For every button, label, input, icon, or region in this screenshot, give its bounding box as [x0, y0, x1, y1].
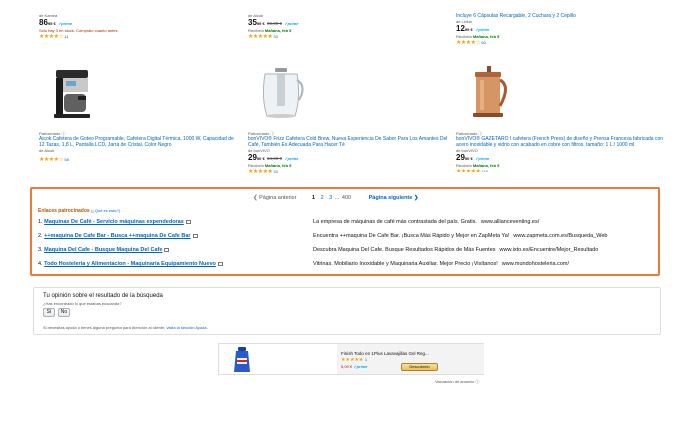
page-ellipsis: ...: [334, 195, 340, 201]
feedback-no-button[interactable]: No: [58, 308, 70, 317]
review-count[interactable]: 33: [273, 169, 277, 174]
product-title[interactable]: bonVIVO® GAZETARO I cafetera (French Pre…: [456, 136, 666, 148]
french-press-image[interactable]: [459, 64, 519, 124]
sponsored-link-title[interactable]: ++maquina De Cafe Bar - Busca ++maquina …: [44, 233, 190, 239]
ad-price: 5,09 € ✓prime: [341, 364, 368, 369]
review-count[interactable]: 58: [64, 157, 68, 162]
sponsored-link-url[interactable]: www.mundohosteleria.com/: [502, 261, 569, 267]
page-last[interactable]: 400: [342, 195, 351, 201]
prime-badge: ✓prime: [57, 21, 73, 26]
price[interactable]: 1299 € ✓prime: [456, 24, 666, 34]
sponsored-link-url[interactable]: www.allianceventing.es/: [481, 219, 539, 225]
rating-stars[interactable]: ★★★★☆58: [39, 156, 239, 164]
sponsored-link-desc: Vitrinas. Mobiliario Inoxidable y Maquin…: [313, 261, 570, 267]
sponsored-link-row: 2. ++maquina De Cafe Bar - Busca ++maqui…: [38, 233, 608, 239]
sponsored-links-heading: Enlaces patrocinados (¿Qué es esto?): [38, 208, 120, 214]
feedback-subquestion: ¿Has encontrado lo que estabas buscando?: [43, 301, 122, 306]
rating-stars[interactable]: ★★★★★33: [248, 33, 448, 41]
price[interactable]: 3599 € 59,99 € ✓prime: [248, 18, 448, 28]
sponsored-link-row: 3. Maquina Del Cafe - Busque Maquina Del…: [38, 247, 599, 253]
review-count[interactable]: 119: [481, 169, 487, 172]
prev-page-link[interactable]: ❮ Página anterior: [253, 195, 296, 201]
help-link[interactable]: visita la sección Ayuda.: [166, 325, 207, 330]
sponsored-link-row: 4. Todo Hosteleria y Alimentacion - Maqu…: [38, 261, 570, 267]
page-1[interactable]: 1: [312, 195, 315, 201]
sponsored-link-url[interactable]: www.ixto.es/Encuentre/Mejor_Resultado: [500, 247, 599, 253]
product-title[interactable]: Aicok Cafetera de Goteo Programable, Caf…: [39, 136, 239, 148]
price[interactable]: 8695 € ✓prime: [39, 18, 239, 28]
ad-rating-stars: ★★★★★ 1: [341, 357, 368, 363]
external-link-icon: [164, 247, 170, 252]
product-card-1: Patrocinado ⓘ Aicok Cafetera de Goteo Pr…: [39, 131, 239, 164]
product-card-3: Patrocinado ⓘ bonVIVO® GAZETARO I cafete…: [456, 131, 666, 172]
prime-badge: ✓prime: [474, 156, 490, 161]
ad-feedback-link[interactable]: Valoración de anuncio ⓘ: [435, 379, 479, 385]
sponsored-link-title[interactable]: Maquinas De Café - Servicio máquinas exp…: [44, 219, 184, 225]
feedback-question: Tu opinión sobre el resultado de la búsq…: [43, 293, 163, 299]
chevron-right-icon: ❯: [413, 195, 419, 201]
what-is-this-link[interactable]: (¿Qué es esto?): [91, 208, 120, 213]
feedback-yes-button[interactable]: Sí: [43, 308, 55, 317]
sponsored-link-desc: Encuentra ++maquina De Cafe Bar. ¡Busca …: [313, 233, 608, 239]
price[interactable]: 2990 € 34,90 € ✓prime: [248, 153, 448, 163]
external-link-icon: [217, 261, 223, 266]
review-count[interactable]: 33: [273, 34, 277, 39]
prime-badge: ✓prime: [284, 156, 299, 161]
sponsored-link-row: 1. Maquinas De Café - Servicio máquinas …: [38, 219, 540, 225]
product-card-2: Patrocinado ⓘ bonVIVO® Frizz Cafetera Co…: [248, 131, 448, 176]
sponsored-link-desc: Descubra Maquina Del Cafe. Busque Result…: [313, 247, 599, 253]
result-top-1: de Kamira 8695 € ✓prime Sólo hay 3 en st…: [39, 13, 239, 41]
price[interactable]: 2990 € ✓prime: [456, 153, 666, 163]
sponsored-link-url[interactable]: www.zapmeta.com.es/Busqueda_Web: [513, 233, 607, 239]
rating-stars[interactable]: ★★★★☆11: [39, 33, 239, 41]
page-3[interactable]: 3: [329, 195, 332, 201]
cold-brew-image[interactable]: [251, 64, 311, 124]
external-link-icon: [192, 233, 198, 238]
pagination: ❮ Página anterior 1 2 3 ... 400 Página s…: [253, 195, 418, 202]
seller-label: de Aicok: [39, 148, 55, 153]
next-page-link[interactable]: Página siguiente ❯: [369, 195, 419, 201]
review-count[interactable]: 11: [64, 34, 68, 39]
review-count[interactable]: 60: [481, 40, 485, 45]
old-price: 34,90 €: [266, 156, 282, 161]
external-link-icon: [185, 219, 191, 224]
prime-badge: ✓prime: [284, 21, 299, 26]
rating-stars[interactable]: ★★★★☆60: [456, 39, 666, 47]
sponsored-link-desc: La empresa de máquinas de café más contr…: [313, 219, 540, 225]
detergent-bottle-image: [234, 347, 250, 372]
prime-badge: ✓prime: [474, 27, 490, 32]
search-feedback-box: Tu opinión sobre el resultado de la búsq…: [33, 287, 661, 335]
rating-stars[interactable]: ★★★★★119: [456, 168, 666, 172]
rating-stars[interactable]: ★★★★★33: [248, 168, 448, 176]
page-2[interactable]: 2: [321, 195, 324, 201]
chevron-left-icon: ❮: [253, 195, 258, 201]
result-top-3: Incluye 6 Cápsulas Recargable, 2 Cuchara…: [456, 13, 666, 47]
product-title[interactable]: bonVIVO® Frizz Cafetera Cold Brew, Nueva…: [248, 136, 448, 148]
result-top-2: de Aicok 3599 € 59,99 € ✓prime Recíbelo …: [248, 13, 448, 41]
ad-cta-button[interactable]: Descúbrelo: [401, 363, 438, 371]
sponsored-link-title[interactable]: Todo Hosteleria y Alimentacion - Maquina…: [44, 261, 216, 267]
help-text: Si necesitas ayuda o tienes alguna pregu…: [43, 325, 208, 330]
coffee-maker-image[interactable]: [44, 64, 104, 124]
product-ad-banner[interactable]: Finish Todo en 1Plus Lavavajillas Gel Re…: [218, 343, 484, 375]
ad-title[interactable]: Finish Todo en 1Plus Lavavajillas Gel Re…: [341, 351, 429, 356]
sponsored-link-title[interactable]: Maquina Del Cafe - Busque Maquina Del Ca…: [44, 247, 162, 253]
old-price: 59,99 €: [266, 21, 282, 26]
